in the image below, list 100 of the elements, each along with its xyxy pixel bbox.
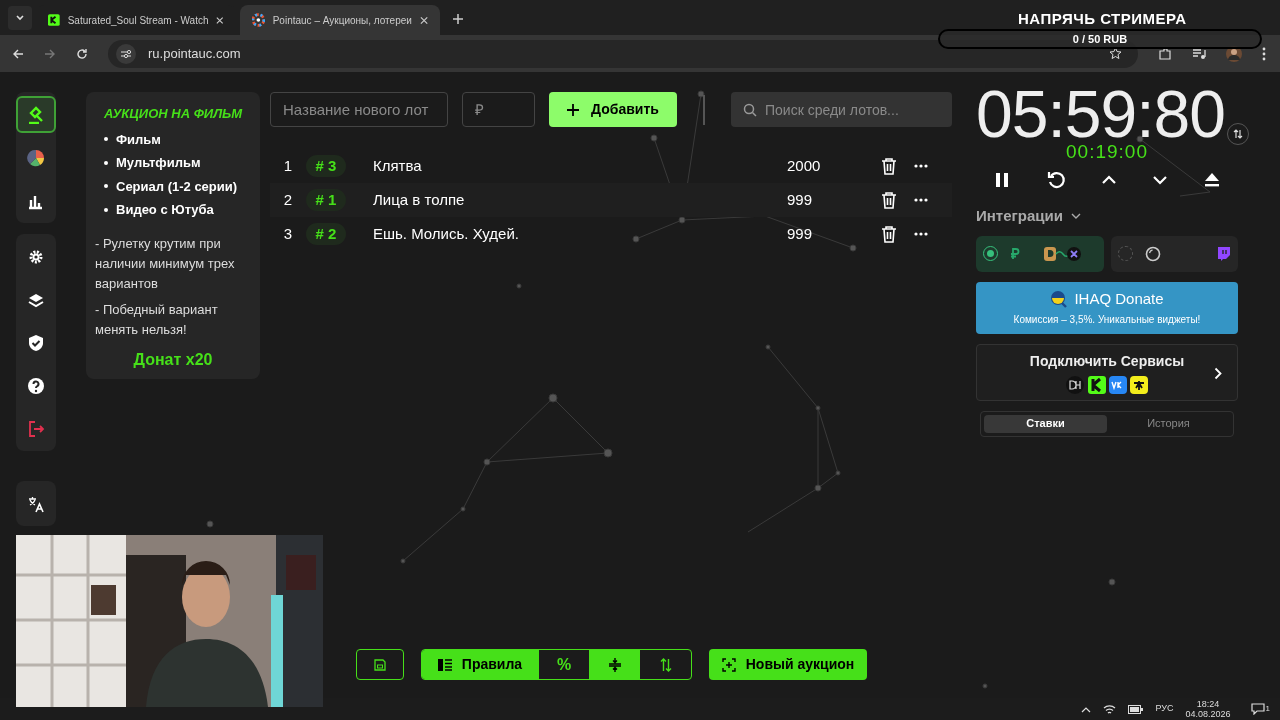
lot-row[interactable]: 1 # 3 Клятва 2000 [270, 149, 952, 183]
pause-icon[interactable] [993, 171, 1011, 189]
clock-time[interactable]: 18:24 [1196, 699, 1220, 709]
history-tab[interactable]: История [1107, 414, 1230, 433]
add-button[interactable]: Добавить [549, 92, 677, 127]
rules-item: Сериал (1-2 серии) [116, 177, 238, 196]
close-icon[interactable] [216, 15, 224, 25]
bullet-icon [104, 184, 108, 189]
more-options-icon[interactable] [914, 232, 928, 236]
compress-button[interactable] [589, 650, 640, 679]
lot-index: 3 [282, 223, 294, 244]
site-settings-icon[interactable] [120, 48, 132, 59]
new-auction-button[interactable]: Новый аукцион [709, 649, 867, 680]
search-field[interactable]: Поиск среди лотов... [731, 92, 952, 127]
rules-title: АУКЦИОН НА ФИЛЬМ [103, 105, 244, 123]
rank-badge: # 3 [306, 155, 346, 177]
bullet-icon [104, 207, 108, 212]
tab-title: Pointauc – Аукционы, лотереи [272, 13, 412, 28]
eject-icon[interactable] [1203, 172, 1221, 188]
lot-amount: 999 [787, 189, 814, 210]
service-logos-icon [1044, 245, 1082, 262]
save-icon [374, 658, 386, 671]
lot-row[interactable]: 2 # 1 Лица в толпе 999 [270, 183, 952, 217]
close-icon[interactable] [419, 15, 428, 25]
lot-name-field[interactable]: Название нового лот [270, 92, 448, 127]
chevron-down-icon[interactable] [1070, 212, 1081, 220]
tab-title: Saturated_Soul Stream - Watch [67, 13, 209, 28]
lot-name: Клятва [373, 155, 423, 176]
connect-services-card[interactable]: Подключить Сервисы [976, 343, 1238, 401]
battery-icon[interactable] [1128, 704, 1144, 714]
more-options-icon[interactable] [914, 198, 928, 202]
rank-badge: # 1 [306, 189, 346, 211]
history-tab[interactable]: Ставки [984, 414, 1107, 433]
rules-button[interactable]: Правила [422, 650, 538, 679]
rules-item: Фильм [116, 130, 161, 149]
shield-check-icon [27, 333, 45, 352]
language-indicator[interactable]: РУС [1155, 702, 1174, 716]
lot-index: 2 [282, 189, 294, 210]
integrations-label: Интеграции [976, 206, 1063, 226]
circle-logo-icon [1144, 245, 1161, 262]
twitch-icon [1217, 246, 1231, 261]
lot-amount: 999 [787, 223, 814, 244]
service-logos-icon [1066, 375, 1148, 394]
promo-title: IHAQ Donate [1074, 288, 1164, 309]
playlist-icon[interactable] [1192, 47, 1206, 60]
sidebar-button[interactable] [16, 96, 56, 133]
help-icon [27, 376, 45, 395]
restart-icon[interactable] [1046, 170, 1066, 190]
delete-icon[interactable] [881, 191, 897, 209]
extensions-icon[interactable] [1158, 46, 1172, 61]
ruble-icon [1010, 247, 1020, 260]
save-button[interactable] [356, 649, 404, 680]
lot-name: Ешь. Молись. Худей. [373, 223, 520, 244]
list-icon [437, 658, 452, 671]
chevron-down-icon [15, 13, 25, 23]
promo-subtitle: Комиссия – 3,5%. Уникальные виджеты! [1013, 313, 1201, 328]
chevron-up-icon[interactable] [1081, 705, 1092, 713]
new-tab-icon[interactable] [452, 13, 464, 25]
search-icon [743, 103, 757, 117]
color-wheel-icon [252, 13, 265, 27]
url-text: ru.pointauc.com [148, 44, 242, 63]
translate-icon [27, 494, 45, 513]
swap-icon [1232, 129, 1243, 139]
rules-note: - Победный вариант менять нельзя! [95, 300, 219, 339]
plus-icon [567, 103, 580, 116]
sort-arrows-icon [659, 657, 672, 672]
price-field[interactable]: ₽ [462, 92, 535, 127]
donate-logo-icon [1050, 290, 1069, 308]
connect-services-title: Подключить Сервисы [1029, 351, 1185, 371]
more-menu-icon[interactable] [1262, 46, 1266, 61]
rules-note: - Рулетку крутим при наличии минимум трех вариантов [95, 234, 236, 293]
forward-icon[interactable] [44, 47, 56, 60]
integration-card[interactable] [976, 235, 1104, 272]
star-icon[interactable] [1109, 47, 1122, 60]
integration-card[interactable] [1110, 235, 1238, 272]
rules-footer: Донат x20 [94, 347, 252, 372]
delete-icon[interactable] [881, 157, 897, 175]
lot-amount: 2000 [787, 155, 822, 176]
bullet-icon [104, 160, 108, 165]
clock-date[interactable]: 04.08.2026 [1185, 709, 1231, 719]
browser-tab[interactable]: Pointauc – Аукционы, лотереи [240, 5, 440, 35]
delete-icon[interactable] [881, 225, 897, 243]
notifications-icon[interactable] [1250, 703, 1265, 715]
tab-list-button[interactable] [8, 6, 32, 30]
bullet-icon [104, 137, 108, 142]
gavel-icon [27, 105, 45, 124]
lot-index: 1 [282, 155, 294, 176]
notification-count: 1 [1265, 703, 1270, 715]
more-options-icon[interactable] [914, 164, 928, 168]
compress-icon [607, 657, 622, 672]
wifi-icon[interactable] [1103, 703, 1117, 715]
add-frame-icon [721, 657, 736, 672]
reload-icon[interactable] [76, 47, 88, 60]
k-logo-icon [48, 13, 60, 27]
pie-chart-icon [27, 148, 45, 167]
chevron-right-icon [1214, 366, 1222, 380]
lot-name: Лица в толпе [373, 189, 466, 210]
rank-badge: # 2 [306, 223, 346, 245]
back-icon[interactable] [12, 47, 24, 60]
logout-icon [27, 419, 45, 438]
